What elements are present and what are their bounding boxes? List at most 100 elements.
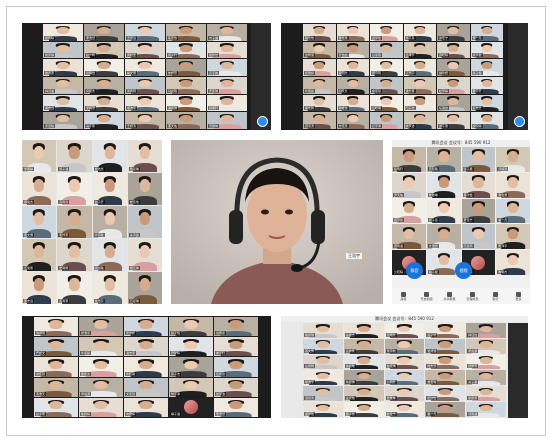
participant-tile[interactable]: 黄晓雯 <box>125 41 165 59</box>
participant-tile[interactable]: 陶明杰 <box>496 250 530 275</box>
gallery-view-icon[interactable] <box>514 116 525 127</box>
participant-tile[interactable]: 江俊豪 <box>22 239 57 271</box>
participant-tile[interactable]: 唐若曦 <box>43 112 83 129</box>
participant-tile[interactable]: 贺佳宁 <box>461 198 496 224</box>
participant-tile[interactable]: 费雅琳 <box>384 386 425 402</box>
participant-tile[interactable]: 申思源 <box>79 377 123 397</box>
participant-tile[interactable]: 马晨曦 <box>166 76 206 94</box>
participant-tile[interactable]: 曾浩然 <box>336 41 369 59</box>
participant-tile[interactable]: 舒雨萱 <box>466 354 506 370</box>
participant-tile[interactable]: 陆思琪 <box>127 140 162 172</box>
participant-tile[interactable]: 庄梓萱 <box>343 338 384 354</box>
participant-tile[interactable]: 苏晓晴 <box>437 41 470 59</box>
participant-tile[interactable]: 苗婉清 <box>303 386 343 402</box>
participant-tile[interactable]: 郑浩宇 <box>125 94 165 112</box>
participant-tile[interactable]: 孔雨欣 <box>57 173 92 205</box>
participant-tile[interactable]: 毛梓萱 <box>57 206 92 238</box>
participant-tile[interactable]: 范思源 <box>303 112 336 129</box>
participant-tile[interactable]: 董天佑 <box>166 112 206 129</box>
participant-tile[interactable]: 辛宇航 <box>384 338 425 354</box>
participant-tile[interactable]: 郭雨桐 <box>125 76 165 94</box>
participant-tile[interactable]: 赖一凡 <box>496 198 530 224</box>
participant-tile[interactable]: 傅一凡 <box>470 24 503 41</box>
participant-tile[interactable]: 芦梦婷 <box>169 337 213 357</box>
participant-tile[interactable]: 沿子轩 <box>425 323 466 338</box>
participant-tile[interactable]: 纪欣怡 <box>425 386 466 402</box>
participant-tile[interactable]: 章俊逸 <box>79 357 123 377</box>
participant-tile[interactable]: 邹雨婷 <box>22 140 57 172</box>
participant-tile[interactable]: 戴宇轩 <box>470 76 503 94</box>
participant-tile[interactable]: 甄一凡 <box>425 402 466 417</box>
participant-tile[interactable]: 林诗涵 <box>43 76 83 94</box>
participant-tile[interactable]: 项雨涵 <box>466 402 506 417</box>
participant-tile[interactable]: 丁浩宇 <box>403 59 436 76</box>
participant-tile[interactable]: 向雨婷 <box>124 397 168 417</box>
participant-tile[interactable]: 谷佳琪 <box>384 354 425 370</box>
participant-tile[interactable]: 郝俊杰 <box>22 173 57 205</box>
participant-tile[interactable]: 欧佳宁 <box>384 402 425 417</box>
participant-tile[interactable]: 邱宇航 <box>92 206 127 238</box>
participant-tile[interactable]: 陈佳怡 <box>166 24 206 41</box>
participant-tile[interactable]: 葛子杰 <box>169 357 213 377</box>
participant-tile[interactable]: 武梦瑶 <box>392 198 426 224</box>
participant-tile[interactable]: 严凯文 <box>34 337 78 357</box>
participant-tile[interactable]: 段明轩 <box>392 147 426 172</box>
participant-tile[interactable]: 涂晨曦 <box>343 354 384 370</box>
participant-tile[interactable]: 庞思雨 <box>461 224 496 250</box>
participant-tile[interactable]: 梅佳怡 <box>466 323 506 338</box>
participant-tile[interactable]: 阎凯文 <box>336 76 369 94</box>
participant-tile[interactable]: 邓子墨 <box>403 24 436 41</box>
toolbar-item[interactable]: 更多 <box>512 291 526 301</box>
participant-tile[interactable]: 洪诗雨 <box>34 317 78 337</box>
participant-tile[interactable]: 牟思琪 <box>343 370 384 386</box>
participant-tile[interactable]: 杜梦婷 <box>437 76 470 94</box>
participant-tile[interactable]: 岳俊杰 <box>343 323 384 338</box>
participant-tile[interactable]: 顾晨曦 <box>92 239 127 271</box>
participant-tile[interactable]: 樊泽宇 <box>496 224 530 250</box>
participant-tile[interactable]: 尤佳慧 <box>124 377 168 397</box>
participant-tile[interactable]: 温志豪 <box>124 337 168 357</box>
participant-tile[interactable]: 田子杰 <box>403 94 436 112</box>
participant-tile[interactable]: 朱梓萱 <box>166 59 206 76</box>
participant-tile[interactable]: 吴欣然 <box>207 41 247 59</box>
participant-tile[interactable]: 何俊杰 <box>84 76 124 94</box>
participant-tile[interactable]: 季宇轩 <box>214 337 258 357</box>
participant-tile[interactable]: 钟俊逸 <box>336 94 369 112</box>
participant-tile[interactable]: 方佳慧 <box>336 112 369 129</box>
participant-tile[interactable]: 文浩然 <box>426 224 461 250</box>
participant-tile[interactable]: 蒋雅婷 <box>303 59 336 76</box>
participant-tile[interactable]: 牛思彤 <box>79 337 123 357</box>
participant-tile[interactable]: 丛子豪 <box>34 397 78 417</box>
participant-tile[interactable]: 薛子恒 <box>470 59 503 76</box>
participant-tile[interactable]: 翟浩宇 <box>79 317 123 337</box>
participant-tile[interactable]: 侯佳琪 <box>127 239 162 271</box>
participant-tile[interactable]: 毕宇泽 <box>169 377 213 397</box>
participant-tile[interactable]: 祝俊豪 <box>466 338 506 354</box>
participant-tile[interactable]: 宋雨萱 <box>84 94 124 112</box>
toolbar-item[interactable]: 共享屏幕 <box>443 291 457 301</box>
participant-tile[interactable]: 管诗涵 <box>425 338 466 354</box>
participant-tile[interactable]: 廖婉婷 <box>470 112 503 129</box>
participant-tile[interactable]: 凌天佑 <box>343 386 384 402</box>
participant-tile[interactable]: 龙浩宇 <box>92 272 127 304</box>
participant-tile[interactable]: 孙静怡 <box>84 59 124 76</box>
gallery-view-icon[interactable] <box>257 116 268 127</box>
participant-tile[interactable]: 颜子恒 <box>169 317 213 337</box>
participant-tile[interactable]: 罗佳琪 <box>207 76 247 94</box>
participant-tile[interactable]: 程欣怡 <box>303 24 336 41</box>
participant-tile[interactable]: 任雨欣 <box>437 94 470 112</box>
participant-tile[interactable]: 钱子豪 <box>461 147 496 172</box>
toolbar-item[interactable]: 开启视频 <box>420 291 434 301</box>
participant-tile[interactable]: 姜浩天 <box>470 94 503 112</box>
participant-tile[interactable]: 韩明轩 <box>207 94 247 112</box>
participant-tile[interactable]: 乔子墨 <box>426 198 461 224</box>
participant-tile[interactable]: 韦浩天 <box>34 377 78 397</box>
participant-tile[interactable]: 张雨晴 <box>43 24 83 41</box>
participant-tile[interactable]: 高宇航 <box>207 59 247 76</box>
participant-tile[interactable]: 谭子豪 <box>437 112 470 129</box>
participant-tile[interactable]: 汪晓萌 <box>370 94 403 112</box>
participant-tile[interactable]: 关子豪 <box>466 370 506 386</box>
participant-tile[interactable]: 汤婉清 <box>496 147 530 172</box>
participant-tile[interactable]: 潘志豪 <box>403 76 436 94</box>
participant-tile[interactable]: 杨梦琪 <box>43 41 83 59</box>
